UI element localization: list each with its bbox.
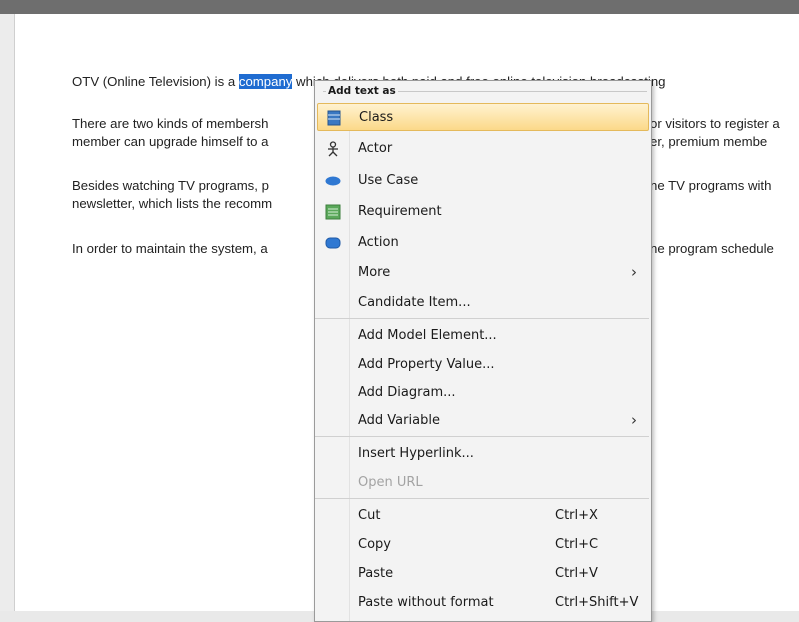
menu-item-use-case[interactable]: Use Case bbox=[317, 167, 649, 195]
menu-item-open-url: Open URL bbox=[317, 469, 649, 497]
menu-item-label: Paste bbox=[358, 566, 394, 581]
menu-item-more[interactable]: More › bbox=[317, 259, 649, 287]
menu-item-shortcut: Ctrl+X bbox=[555, 508, 598, 523]
menu-item-shortcut: Ctrl+C bbox=[555, 537, 599, 552]
text-run: er, premium membe bbox=[650, 134, 768, 149]
text-run: or visitors to register a bbox=[650, 116, 780, 131]
selected-text[interactable]: company bbox=[238, 74, 293, 89]
menu-item-label: Copy bbox=[358, 537, 391, 552]
menu-separator bbox=[315, 498, 649, 499]
window-left-edge bbox=[0, 14, 14, 611]
menu-item-copy[interactable]: Copy Ctrl+C bbox=[317, 531, 649, 559]
actor-icon bbox=[328, 141, 338, 157]
menu-header-label: Add text as bbox=[326, 81, 398, 101]
class-icon bbox=[327, 110, 341, 126]
menu-item-requirement[interactable]: Requirement bbox=[317, 198, 649, 226]
text-run: ne TV programs with bbox=[650, 178, 772, 193]
menu-item-shortcut: Ctrl+V bbox=[555, 566, 598, 581]
menu-item-add-model-element[interactable]: Add Model Element... bbox=[317, 322, 649, 350]
menu-item-candidate-item[interactable]: Candidate Item... bbox=[317, 289, 649, 317]
menu-item-label: Add Diagram... bbox=[358, 385, 456, 400]
action-icon bbox=[325, 237, 341, 249]
text-run: member can upgrade himself to a bbox=[72, 134, 269, 149]
text-run: In order to maintain the system, a bbox=[72, 241, 268, 256]
submenu-arrow-icon: › bbox=[631, 411, 637, 429]
menu-item-label: Class bbox=[359, 110, 394, 125]
menu-item-label: Cut bbox=[358, 508, 381, 523]
window-top-bar bbox=[0, 0, 799, 14]
menu-item-label: Open URL bbox=[358, 475, 423, 490]
menu-item-label: Add Property Value... bbox=[358, 357, 495, 372]
menu-item-add-diagram[interactable]: Add Diagram... bbox=[317, 379, 649, 407]
menu-item-insert-hyperlink[interactable]: Insert Hyperlink... bbox=[317, 440, 649, 468]
context-menu: Add text as Class Actor Use Case Require… bbox=[314, 80, 652, 622]
text-run: ne program schedule bbox=[650, 241, 774, 256]
menu-item-label: Use Case bbox=[358, 173, 419, 188]
menu-item-action[interactable]: Action bbox=[317, 229, 649, 257]
requirement-icon bbox=[325, 204, 341, 220]
menu-item-class[interactable]: Class bbox=[317, 103, 649, 131]
text-run: There are two kinds of membersh bbox=[72, 116, 269, 131]
menu-separator bbox=[315, 436, 649, 437]
menu-item-shortcut: Ctrl+Shift+V bbox=[555, 595, 639, 610]
menu-item-cut[interactable]: Cut Ctrl+X bbox=[317, 502, 649, 530]
menu-item-add-variable[interactable]: Add Variable › bbox=[317, 407, 649, 435]
menu-separator bbox=[315, 318, 649, 319]
menu-item-label: Candidate Item... bbox=[358, 295, 471, 310]
menu-group-header: Add text as bbox=[315, 81, 651, 101]
menu-item-paste-without-format[interactable]: Paste without format Ctrl+Shift+V bbox=[317, 589, 649, 617]
menu-item-label: Paste without format bbox=[358, 595, 494, 610]
menu-item-label: Requirement bbox=[358, 204, 442, 219]
menu-item-add-property-value[interactable]: Add Property Value... bbox=[317, 351, 649, 379]
menu-item-label: Add Model Element... bbox=[358, 328, 497, 343]
text-run: Besides watching TV programs, p bbox=[72, 178, 269, 193]
menu-item-label: More bbox=[358, 265, 391, 280]
menu-item-paste[interactable]: Paste Ctrl+V bbox=[317, 560, 649, 588]
menu-item-label: Actor bbox=[358, 141, 393, 156]
menu-item-actor[interactable]: Actor bbox=[317, 135, 649, 163]
text-run: OTV (Online Television) is a bbox=[72, 74, 239, 89]
submenu-arrow-icon: › bbox=[631, 263, 637, 281]
text-run: newsletter, which lists the recomm bbox=[72, 196, 273, 211]
menu-item-label: Add Variable bbox=[358, 413, 440, 428]
use-case-icon bbox=[325, 176, 341, 186]
menu-item-label: Insert Hyperlink... bbox=[358, 446, 474, 461]
menu-item-label: Action bbox=[358, 235, 399, 250]
